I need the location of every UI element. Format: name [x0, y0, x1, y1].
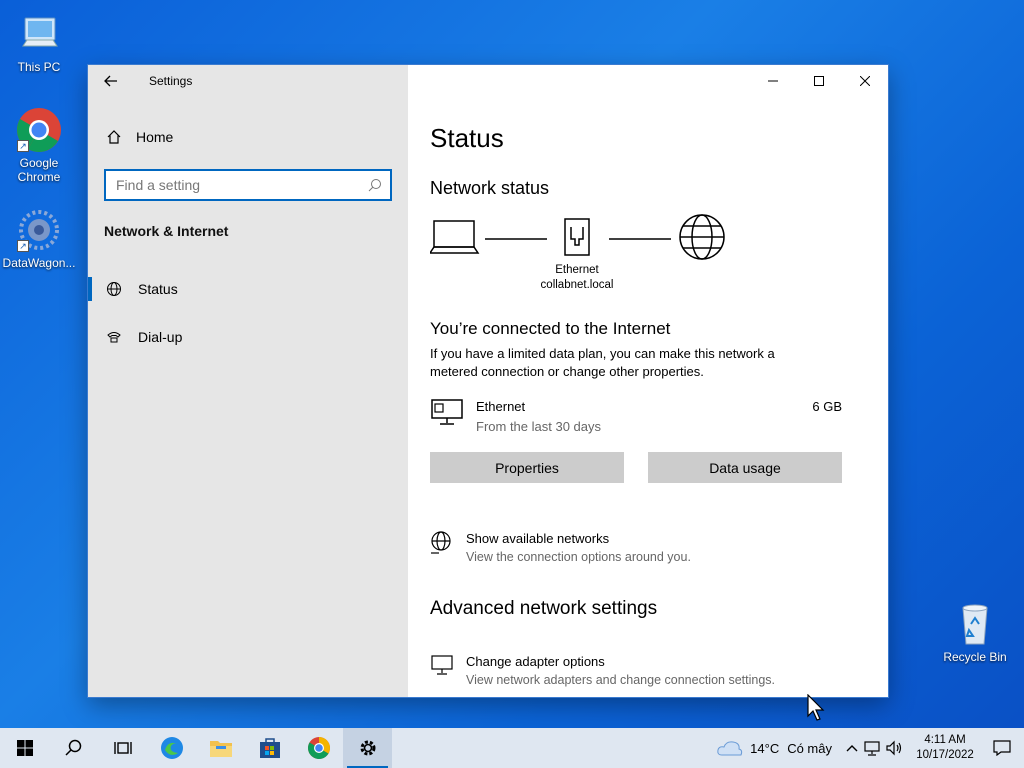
task-view-button[interactable]	[98, 728, 147, 768]
close-button[interactable]	[842, 65, 888, 97]
sidebar-item-status[interactable]: Status	[88, 265, 408, 313]
advanced-heading: Advanced network settings	[430, 598, 658, 619]
section-label: Network & Internet	[104, 223, 229, 239]
clock-time: 4:11 AM	[924, 734, 966, 746]
connection-row: Ethernet From the last 30 days 6 GB	[430, 399, 842, 434]
this-pc-icon	[15, 10, 63, 58]
mouse-cursor-icon	[807, 694, 825, 721]
network-globe-icon	[431, 531, 451, 554]
taskbar-edge[interactable]	[147, 728, 196, 768]
connection-period: From the last 30 days	[476, 419, 601, 434]
back-arrow-icon	[104, 75, 117, 87]
change-adapter-title: Change adapter options	[466, 654, 605, 669]
recycle-bin-icon	[951, 600, 999, 648]
network-diagram: Ethernet collabnet.local	[430, 213, 888, 333]
desktop-icon-this-pc[interactable]: This PC	[1, 10, 77, 74]
sidebar-item-dial-up[interactable]: Dial-up	[88, 313, 408, 361]
adapter-name: Ethernet	[555, 264, 599, 276]
connected-description: If you have a limited data plan, you can…	[430, 346, 775, 379]
show-networks-link[interactable]: Show available networks View the connect…	[430, 531, 888, 564]
change-adapter-link[interactable]: Change adapter options View network adap…	[430, 654, 888, 687]
taskbar: 14°C Có mây 4:11 AM 10/17/2022	[0, 728, 1024, 768]
settings-window: Settings Home Find a setting Network & I…	[88, 65, 888, 697]
system-tray: 14°C Có mây 4:11 AM 10/17/2022	[716, 728, 1024, 768]
minimize-button[interactable]	[750, 65, 796, 97]
chrome-icon	[307, 737, 330, 759]
minimize-icon	[768, 80, 778, 82]
chrome-icon: ↗	[15, 106, 63, 154]
status-page: Status Network status Ethernet collabnet…	[408, 65, 888, 697]
volume-icon[interactable]	[886, 740, 904, 756]
search-icon	[64, 739, 81, 756]
adapter-monitor-icon	[431, 655, 453, 675]
diagram-label: Ethernet collabnet.local	[532, 263, 622, 293]
search-icon	[368, 179, 381, 192]
show-networks-desc: View the connection options around you.	[466, 550, 691, 564]
sidebar-item-label: Status	[138, 281, 178, 297]
weather-temp[interactable]: 14°C	[750, 741, 779, 756]
desktop-icon-label: DataWagon...	[2, 256, 76, 270]
cloud-icon[interactable]	[716, 738, 744, 758]
globe-icon	[679, 214, 725, 260]
action-center-button[interactable]	[980, 728, 1024, 768]
button-row: Properties Data usage	[430, 452, 888, 483]
search-button[interactable]	[49, 728, 98, 768]
taskbar-file-explorer[interactable]	[196, 728, 245, 768]
desktop-icon-label: This PC	[17, 60, 61, 74]
caption-buttons	[750, 65, 888, 97]
show-networks-title: Show available networks	[466, 531, 610, 546]
close-icon	[860, 76, 870, 86]
edge-icon	[160, 737, 183, 759]
home-label: Home	[136, 129, 174, 145]
start-button[interactable]	[0, 728, 49, 768]
domain-name: collabnet.local	[540, 279, 614, 291]
globe-icon	[107, 282, 121, 296]
back-button[interactable]	[88, 65, 134, 97]
store-icon	[259, 738, 280, 758]
network-tray-icon[interactable]	[864, 740, 882, 756]
ethernet-monitor-icon	[431, 399, 463, 425]
desktop-icon-datawagon[interactable]: ↗ DataWagon...	[1, 206, 77, 270]
properties-button[interactable]: Properties	[430, 452, 624, 483]
taskbar-settings[interactable]	[343, 728, 392, 768]
connection-name: Ethernet	[476, 399, 526, 414]
notification-icon	[993, 740, 1011, 756]
window-title: Settings	[149, 74, 193, 88]
laptop-icon	[430, 220, 480, 254]
change-adapter-desc: View network adapters and change connect…	[466, 673, 775, 687]
maximize-icon	[814, 76, 824, 86]
weather-text[interactable]: Có mây	[787, 741, 832, 756]
taskbar-store[interactable]	[245, 728, 294, 768]
desktop-icon-recycle-bin[interactable]: Recycle Bin	[937, 600, 1013, 664]
folder-icon	[209, 741, 232, 757]
desktop-icon-label: Google Chrome	[17, 156, 61, 184]
clock-date: 10/17/2022	[916, 749, 974, 761]
sidebar-item-label: Dial-up	[138, 329, 183, 345]
desktop-icon-google-chrome[interactable]: ↗ Google Chrome	[1, 106, 77, 184]
shortcut-arrow-icon: ↗	[17, 240, 29, 252]
datawagon-icon: ↗	[15, 206, 63, 254]
settings-sidebar: Settings Home Find a setting Network & I…	[88, 65, 408, 697]
connection-usage: 6 GB	[812, 399, 842, 414]
data-usage-button[interactable]: Data usage	[648, 452, 842, 483]
dialup-icon	[107, 332, 121, 343]
desktop-icon-label: Recycle Bin	[943, 650, 1007, 664]
home-icon	[107, 130, 121, 144]
network-status-heading: Network status	[430, 178, 550, 198]
title-bar: Settings	[88, 65, 408, 97]
search-input[interactable]: Find a setting	[104, 169, 392, 201]
gear-icon	[360, 740, 375, 756]
shortcut-arrow-icon: ↗	[17, 140, 29, 152]
nav-home[interactable]: Home	[88, 117, 408, 157]
task-view-icon	[113, 742, 132, 754]
maximize-button[interactable]	[796, 65, 842, 97]
page-title: Status	[430, 123, 504, 153]
ethernet-port-icon	[564, 218, 590, 256]
clock[interactable]: 4:11 AM 10/17/2022	[910, 733, 980, 763]
windows-logo-icon	[16, 740, 33, 756]
taskbar-chrome[interactable]	[294, 728, 343, 768]
search-placeholder: Find a setting	[116, 177, 201, 193]
chevron-up-icon[interactable]	[846, 743, 858, 753]
